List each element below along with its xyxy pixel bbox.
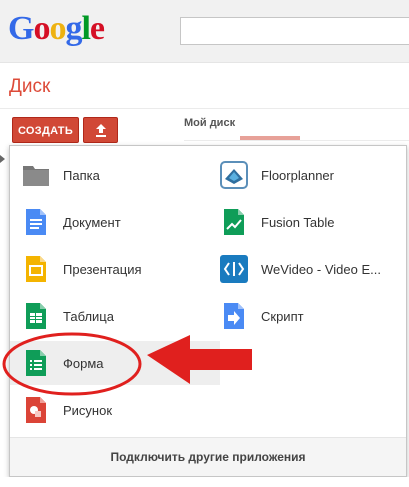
menu-item-fusion-table[interactable]: Fusion Table bbox=[220, 200, 400, 244]
menu-item-floorplanner[interactable]: Floorplanner bbox=[220, 153, 400, 197]
menu-item-form[interactable]: Форма bbox=[10, 341, 220, 385]
drawing-icon bbox=[22, 396, 50, 424]
menu-item-folder[interactable]: Папка bbox=[22, 153, 212, 197]
floorplanner-icon bbox=[220, 161, 248, 189]
presentation-icon bbox=[22, 255, 50, 283]
menu-item-drawing[interactable]: Рисунок bbox=[22, 388, 212, 432]
menu-item-presentation[interactable]: Презентация bbox=[22, 247, 212, 291]
top-bar: Google bbox=[0, 0, 409, 63]
upload-button[interactable] bbox=[83, 117, 118, 143]
expand-arrow-icon[interactable] bbox=[0, 155, 5, 163]
menu-item-script[interactable]: Скрипт bbox=[220, 294, 400, 338]
spreadsheet-icon bbox=[22, 302, 50, 330]
folder-icon bbox=[22, 161, 50, 189]
menu-item-spreadsheet[interactable]: Таблица bbox=[22, 294, 212, 338]
create-menu: Папка Документ Презентация Таблица Форма… bbox=[9, 145, 407, 477]
script-icon bbox=[220, 302, 248, 330]
search-input[interactable] bbox=[180, 17, 409, 45]
page-title[interactable]: Диск bbox=[9, 76, 50, 98]
upload-icon bbox=[96, 124, 106, 137]
create-button[interactable]: СОЗДАТЬ bbox=[12, 117, 79, 143]
menu-item-wevideo[interactable]: WeVideo - Video E... bbox=[220, 247, 400, 291]
connect-more-apps-button[interactable]: Подключить другие приложения bbox=[10, 437, 406, 476]
drive-bar: Диск bbox=[0, 63, 409, 109]
my-drive-label[interactable]: Мой диск bbox=[184, 117, 235, 129]
form-icon bbox=[22, 349, 50, 377]
wevideo-icon bbox=[220, 255, 248, 283]
file-row-hint bbox=[240, 136, 300, 140]
menu-item-document[interactable]: Документ bbox=[22, 200, 212, 244]
document-icon bbox=[22, 208, 50, 236]
google-logo[interactable]: Google bbox=[8, 10, 105, 48]
fusion-table-icon bbox=[220, 208, 248, 236]
bottom-strip bbox=[0, 477, 409, 487]
